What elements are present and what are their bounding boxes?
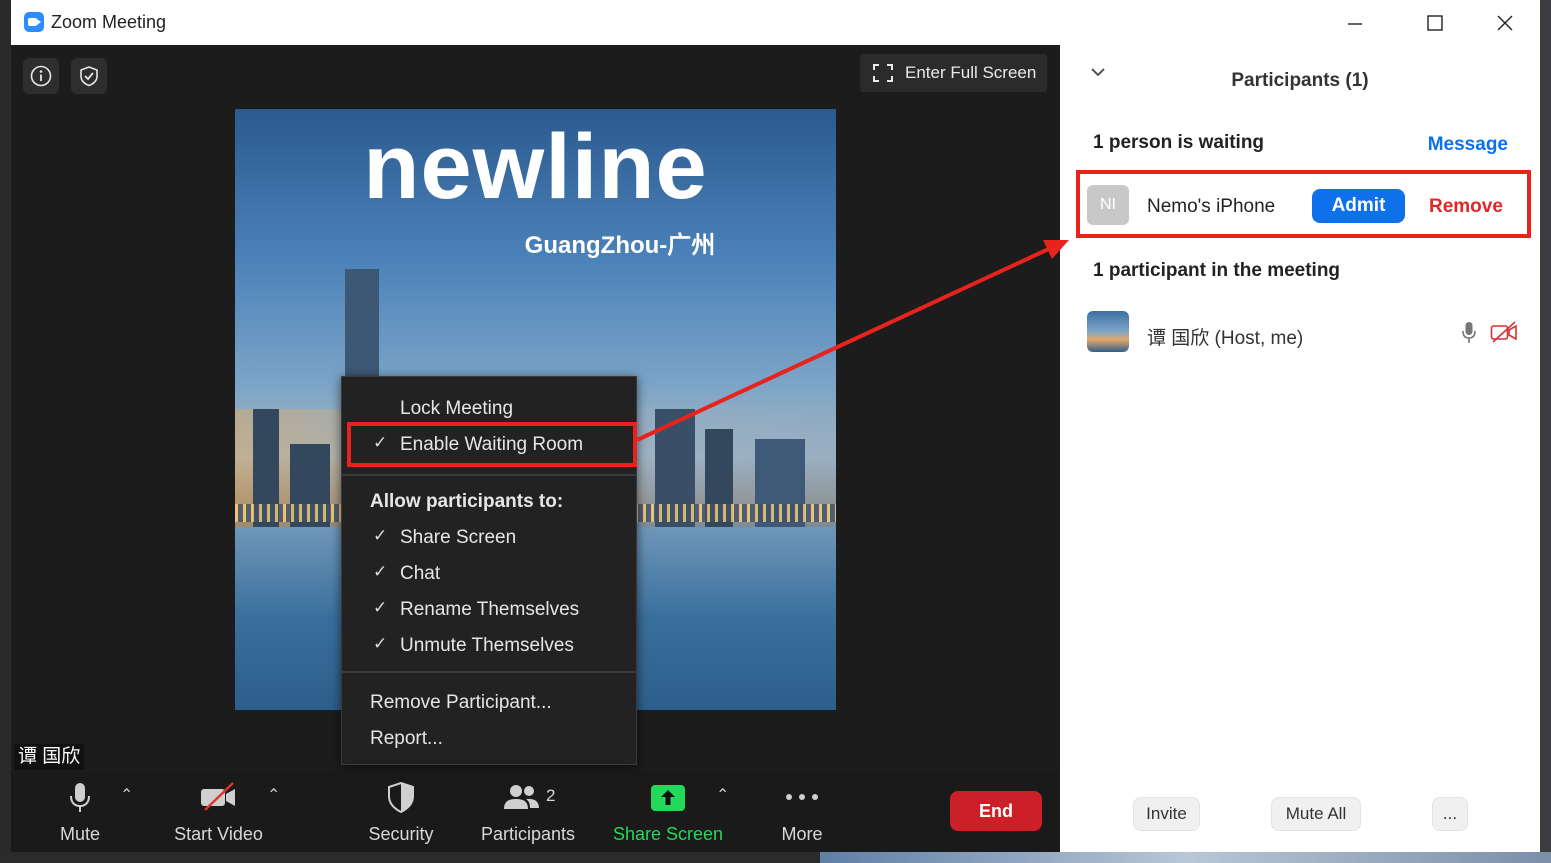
desktop-background-bottom [0, 852, 1551, 863]
annotation-arrow [636, 240, 1069, 442]
desktop-wallpaper-strip [820, 852, 1551, 863]
desktop-background-right [1540, 0, 1551, 863]
desktop-background-left [0, 0, 11, 863]
zoom-meeting-window: Zoom Meeting Enter Full Screen newline G… [11, 0, 1540, 852]
